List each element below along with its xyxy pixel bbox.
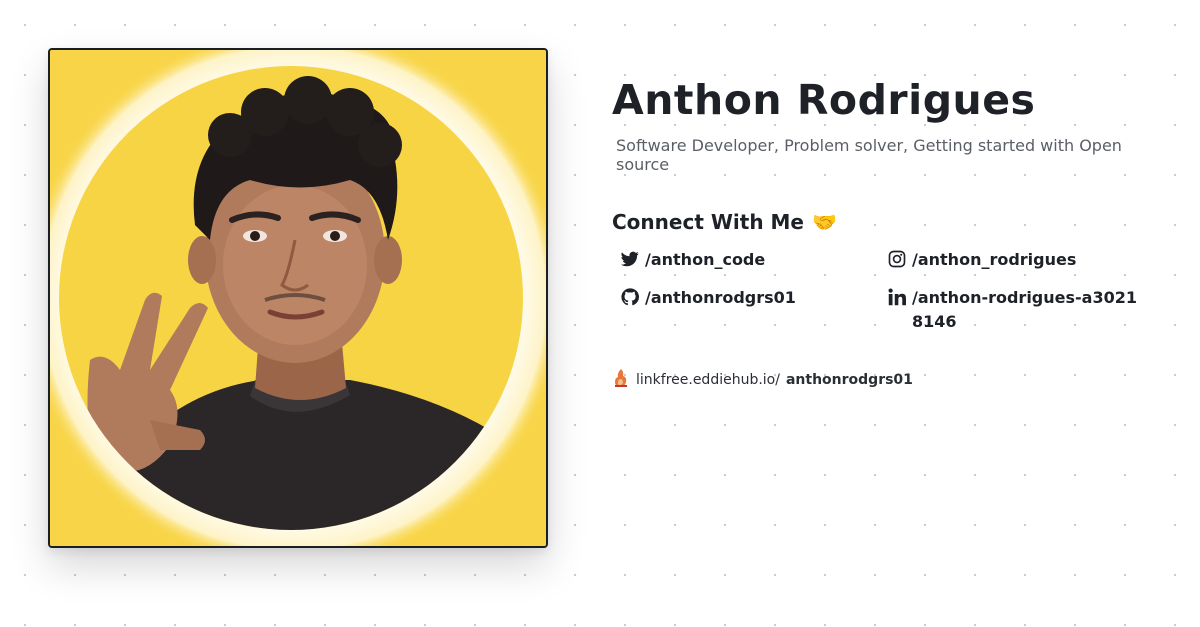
social-handle: /anthonrodgrs01 [645,288,796,307]
profile-name: Anthon Rodrigues [612,76,1036,124]
social-links: /anthon_code /anthon_rodrigues /anthonro… [612,248,1152,334]
handshake-icon: 🤝 [811,210,837,234]
profile-bio: Software Developer, Problem solver, Gett… [616,136,1122,174]
profile-avatar-illustration [50,50,546,546]
social-handle: /anthon_code [645,250,766,269]
github-icon [621,288,639,306]
twitter-icon [621,250,639,268]
profile-info: Anthon Rodrigues Software Developer, Pro… [612,72,1152,392]
linkedin-icon [888,288,906,306]
linkfree-profile-link[interactable]: linkfree.eddiehub.io/ anthonrodgrs01 [612,368,1152,392]
social-link-github[interactable]: /anthonrodgrs01 [612,286,888,334]
social-handle: /anthon_rodrigues [912,250,1077,269]
social-handle: /anthon-rodrigues-a30218146 [912,288,1137,331]
social-link-instagram[interactable]: /anthon_rodrigues [888,248,1144,272]
connect-heading-text: Connect With Me [612,210,804,234]
profile-photo [48,48,548,548]
instagram-icon [888,250,906,268]
linkfree-username: anthonrodgrs01 [785,372,913,388]
linkfree-logo-icon [612,368,630,392]
social-link-linkedin[interactable]: /anthon-rodrigues-a30218146 [888,286,1144,334]
social-link-twitter[interactable]: /anthon_code [612,248,888,272]
connect-heading: Connect With Me 🤝 [612,210,1152,234]
linkfree-domain: linkfree.eddiehub.io/ [636,372,780,388]
